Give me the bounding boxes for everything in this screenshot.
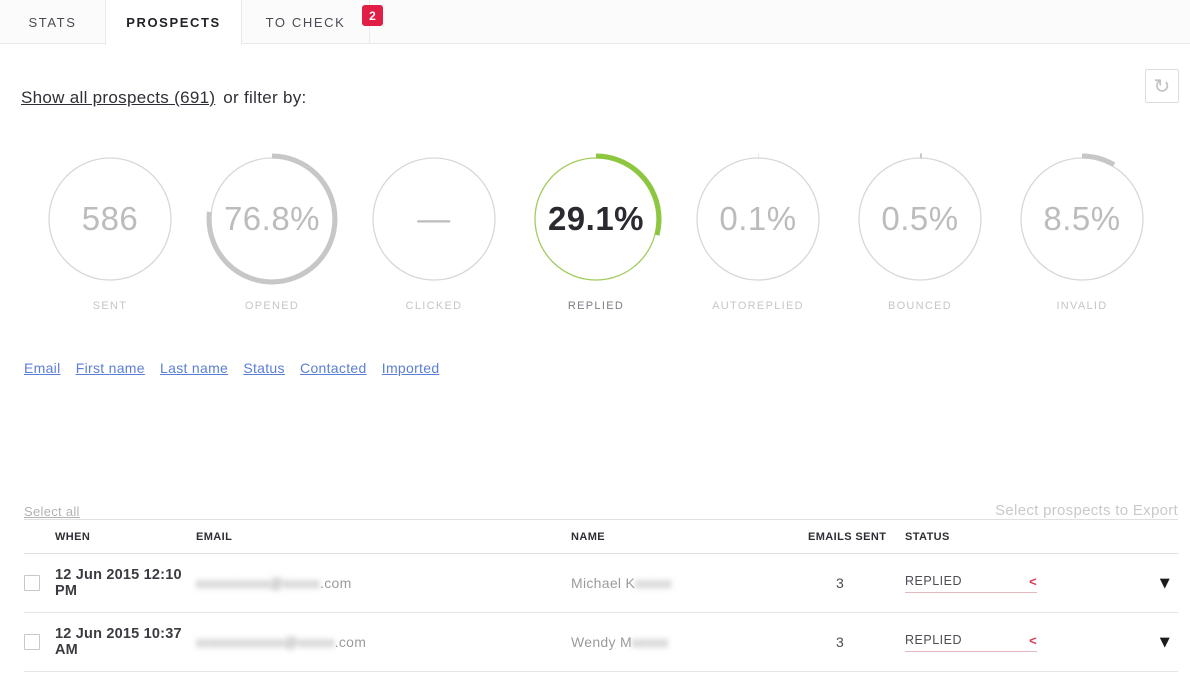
cell-emails-sent: 3 bbox=[808, 634, 905, 650]
tab-stats-label: STATS bbox=[29, 15, 77, 30]
tab-to-check-label: TO CHECK bbox=[266, 15, 346, 30]
table-row: 12 Jun 2015 10:37 AM xxxxxxxxxxxx@xxxxx.… bbox=[24, 613, 1178, 672]
redacted-email-text: xxxxxxxxxx@xxxxx bbox=[196, 575, 320, 591]
filter-link-status[interactable]: Status bbox=[243, 360, 285, 376]
filter-link-imported[interactable]: Imported bbox=[382, 360, 440, 376]
cell-email: xxxxxxxxxx@xxxxx.com bbox=[196, 575, 571, 591]
cell-status: REPLIED < ▼ bbox=[905, 574, 1178, 593]
cell-name: Michael Kxxxxx bbox=[571, 575, 808, 591]
cell-when: 12 Jun 2015 12:10 PM bbox=[55, 567, 196, 599]
name-visible-text: Michael K bbox=[571, 575, 635, 591]
stat-autoreplied-label: AUTOREPLIED bbox=[677, 300, 839, 312]
row-checkbox[interactable] bbox=[24, 634, 40, 650]
stats-circles-row: 586 SENT 76.8% OPENED — CLICKED 29.1% RE… bbox=[0, 152, 1190, 312]
column-header-email: EMAIL bbox=[196, 531, 571, 543]
stat-sent-value: 586 bbox=[43, 152, 177, 286]
export-hint-text: Select prospects to Export bbox=[995, 502, 1178, 519]
stat-clicked-label: CLICKED bbox=[353, 300, 515, 312]
stat-clicked[interactable]: — CLICKED bbox=[353, 152, 515, 312]
stat-opened[interactable]: 76.8% OPENED bbox=[191, 152, 353, 312]
status-value: REPLIED bbox=[905, 574, 962, 588]
selection-row: Select all Select prospects to Export bbox=[24, 496, 1178, 519]
stat-autoreplied[interactable]: 0.1% AUTOREPLIED bbox=[677, 152, 839, 312]
filter-link-email[interactable]: Email bbox=[24, 360, 61, 376]
cell-emails-sent: 3 bbox=[808, 575, 905, 591]
cell-status: REPLIED < ▼ bbox=[905, 633, 1178, 652]
column-header-when: WHEN bbox=[55, 531, 196, 543]
table-header-row: WHEN EMAIL NAME EMAILS SENT STATUS bbox=[24, 520, 1178, 554]
stat-invalid-label: INVALID bbox=[1001, 300, 1163, 312]
redacted-name-text: xxxxx bbox=[632, 634, 669, 650]
show-all-prospects-link[interactable]: Show all prospects (691) bbox=[21, 88, 215, 107]
cell-name: Wendy Mxxxxx bbox=[571, 634, 808, 650]
status-chevron-icon: < bbox=[1029, 574, 1037, 589]
redacted-name-text: xxxxx bbox=[635, 575, 672, 591]
refresh-button[interactable]: ↻ bbox=[1145, 69, 1179, 103]
redacted-email-text: xxxxxxxxxxxx@xxxxx bbox=[196, 634, 335, 650]
tab-prospects-label: PROSPECTS bbox=[126, 15, 221, 30]
column-header-name: NAME bbox=[571, 531, 808, 543]
to-check-count-badge: 2 bbox=[362, 5, 383, 26]
status-dropdown[interactable]: REPLIED < bbox=[905, 574, 1037, 593]
stat-autoreplied-value: 0.1% bbox=[691, 152, 825, 286]
stat-bounced-value: 0.5% bbox=[853, 152, 987, 286]
cell-when: 12 Jun 2015 10:37 AM bbox=[55, 626, 196, 658]
prospects-table: WHEN EMAIL NAME EMAILS SENT STATUS 12 Ju… bbox=[24, 519, 1178, 672]
filter-link-contacted[interactable]: Contacted bbox=[300, 360, 367, 376]
column-header-emails-sent: EMAILS SENT bbox=[808, 531, 905, 543]
filter-links-row: Email First name Last name Status Contac… bbox=[24, 360, 1190, 376]
email-suffix: .com bbox=[335, 634, 367, 650]
status-chevron-icon: < bbox=[1029, 633, 1037, 648]
tab-to-check[interactable]: TO CHECK bbox=[242, 0, 370, 44]
stat-invalid[interactable]: 8.5% INVALID bbox=[1001, 152, 1163, 312]
stat-replied-value: 29.1% bbox=[529, 152, 663, 286]
filter-by-text: or filter by: bbox=[223, 88, 306, 107]
stat-invalid-value: 8.5% bbox=[1015, 152, 1149, 286]
status-dropdown[interactable]: REPLIED < bbox=[905, 633, 1037, 652]
toolbar: Show all prospects (691) or filter by: ↻ bbox=[0, 44, 1190, 110]
tab-prospects[interactable]: PROSPECTS bbox=[105, 0, 242, 45]
stat-sent-label: SENT bbox=[29, 300, 191, 312]
row-dropdown-icon[interactable]: ▼ bbox=[1160, 576, 1170, 591]
table-row: 12 Jun 2015 12:10 PM xxxxxxxxxx@xxxxx.co… bbox=[24, 554, 1178, 613]
stat-replied-label: REPLIED bbox=[515, 300, 677, 312]
stat-bounced-label: BOUNCED bbox=[839, 300, 1001, 312]
filter-link-first-name[interactable]: First name bbox=[76, 360, 145, 376]
stat-bounced[interactable]: 0.5% BOUNCED bbox=[839, 152, 1001, 312]
select-all-link[interactable]: Select all bbox=[24, 504, 80, 519]
status-value: REPLIED bbox=[905, 633, 962, 647]
refresh-icon: ↻ bbox=[1153, 76, 1170, 96]
row-dropdown-icon[interactable]: ▼ bbox=[1160, 635, 1170, 650]
stat-clicked-value: — bbox=[367, 152, 501, 286]
column-header-status: STATUS bbox=[905, 531, 1178, 543]
stat-replied[interactable]: 29.1% REPLIED bbox=[515, 152, 677, 312]
stat-sent[interactable]: 586 SENT bbox=[29, 152, 191, 312]
row-checkbox[interactable] bbox=[24, 575, 40, 591]
name-visible-text: Wendy M bbox=[571, 634, 632, 650]
tab-bar: STATS PROSPECTS TO CHECK 2 bbox=[0, 0, 1190, 44]
stat-opened-value: 76.8% bbox=[205, 152, 339, 286]
email-suffix: .com bbox=[320, 575, 352, 591]
filter-link-last-name[interactable]: Last name bbox=[160, 360, 228, 376]
cell-email: xxxxxxxxxxxx@xxxxx.com bbox=[196, 634, 571, 650]
stat-opened-label: OPENED bbox=[191, 300, 353, 312]
tab-stats[interactable]: STATS bbox=[0, 0, 105, 44]
